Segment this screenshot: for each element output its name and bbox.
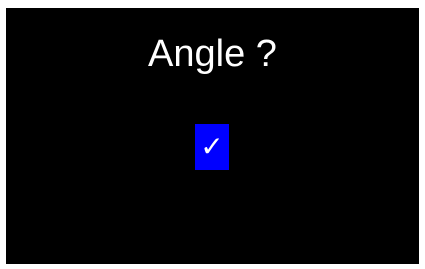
- prompt-title: Angle ?: [148, 33, 277, 75]
- dialog-screen: Angle ? ✓: [6, 8, 419, 264]
- check-icon: ✓: [200, 130, 224, 163]
- confirm-button[interactable]: ✓: [195, 124, 229, 170]
